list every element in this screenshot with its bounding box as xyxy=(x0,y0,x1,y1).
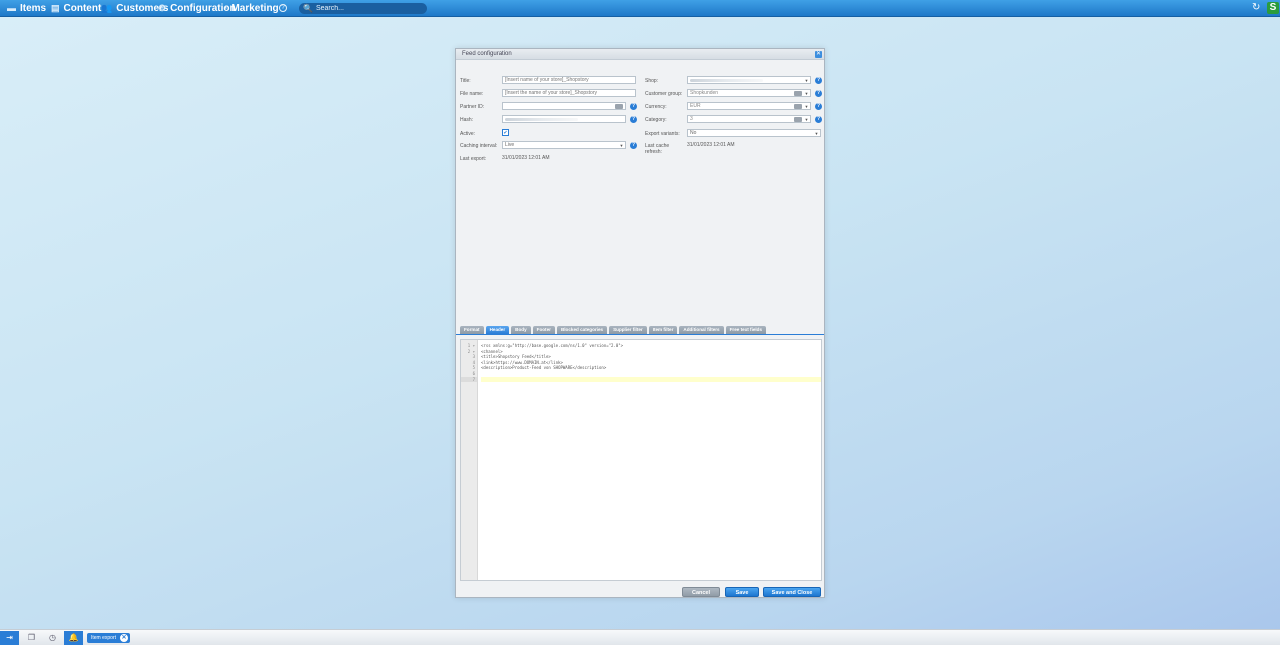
content-icon: ▤ xyxy=(51,2,60,13)
currency-chevron-icon[interactable]: ▼ xyxy=(803,103,810,109)
task-item-export[interactable]: Item export ✕ xyxy=(87,633,130,643)
caching-help-icon[interactable]: ? xyxy=(630,142,637,149)
customer-group-help-icon[interactable]: ? xyxy=(815,90,822,97)
marketing-icon: ◔ xyxy=(222,3,228,13)
partner-id-picker-button[interactable] xyxy=(615,104,623,109)
cancel-button[interactable]: Cancel xyxy=(682,587,720,597)
footer-taskbar: ⇥ ❐ ◷ 🔔 Item export ✕ xyxy=(0,629,1280,645)
help-icon[interactable]: ? xyxy=(279,4,287,12)
close-icon[interactable]: ✕ xyxy=(815,51,822,58)
export-variants-value: No xyxy=(690,130,697,136)
last-cache-label: Last cache refresh: xyxy=(645,143,669,155)
close-task-icon[interactable]: ✕ xyxy=(120,634,128,642)
feed-form: Title: File name: Partner ID: ? Hash: ? … xyxy=(456,60,824,330)
caching-dropdown-chevron-icon[interactable]: ▼ xyxy=(618,142,625,148)
top-menu-bar: ▬ Items ▤ Content 👥 Customers ⚙ Configur… xyxy=(0,0,1280,17)
partner-id-help-icon[interactable]: ? xyxy=(630,103,637,110)
caching-interval-value: Live xyxy=(505,142,515,148)
feed-configuration-window: Feed configuration ✕ Title: File name: P… xyxy=(455,48,825,598)
active-label: Active: xyxy=(460,131,476,137)
menu-marketing-label: Marketing xyxy=(231,2,279,14)
last-export-label: Last export: xyxy=(460,156,487,162)
global-search[interactable]: 🔍 xyxy=(299,3,427,14)
category-label: Category: xyxy=(645,117,667,123)
hash-label: Hash: xyxy=(460,117,474,123)
window-header: Feed configuration ✕ xyxy=(456,49,824,60)
caching-interval-label: Caching interval: xyxy=(460,143,498,149)
last-cache-value: 31/01/2023 12:01 AM xyxy=(687,142,735,148)
active-checkbox[interactable]: ✔ xyxy=(502,129,509,136)
save-and-close-button[interactable]: Save and Close xyxy=(763,587,821,597)
tab-body[interactable]: Body xyxy=(511,326,531,334)
category-chevron-icon[interactable]: ▼ xyxy=(803,116,810,122)
export-variants-chevron-icon[interactable]: ▼ xyxy=(813,130,820,136)
tab-bar: Format Header Body Footer Blocked catego… xyxy=(456,325,824,335)
items-icon: ▬ xyxy=(7,3,16,13)
export-variants-label: Export variants: xyxy=(645,131,680,137)
window-title: Feed configuration xyxy=(462,51,512,57)
task-item-export-label: Item export xyxy=(91,635,117,641)
shop-label: Shop: xyxy=(645,78,659,84)
notification-bell-icon[interactable]: 🔔 xyxy=(64,631,83,645)
partner-id-field[interactable] xyxy=(502,102,626,110)
menu-marketing[interactable]: ◔ Marketing xyxy=(222,0,279,17)
title-label: Title: xyxy=(460,78,471,84)
clock-icon[interactable]: ◷ xyxy=(43,631,62,645)
tab-supplier-filter[interactable]: Supplier filter xyxy=(609,326,647,334)
customer-group-label: Customer group: xyxy=(645,91,683,97)
tab-additional-filters[interactable]: Additional filters xyxy=(679,326,724,334)
title-field[interactable] xyxy=(502,76,636,84)
currency-help-icon[interactable]: ? xyxy=(815,103,822,110)
category-picker-button[interactable] xyxy=(794,117,802,122)
tab-item-filter[interactable]: Item filter xyxy=(648,326,678,334)
refresh-icon[interactable]: ↻ xyxy=(1252,3,1262,13)
filename-label: File name: xyxy=(460,91,484,97)
tab-footer[interactable]: Footer xyxy=(532,326,555,334)
search-icon: 🔍 xyxy=(303,4,313,13)
customers-icon: 👥 xyxy=(101,2,113,13)
menu-items[interactable]: ▬ Items xyxy=(7,0,46,17)
tab-format[interactable]: Format xyxy=(460,326,484,334)
line-number: 7 xyxy=(461,376,477,383)
logout-icon[interactable]: ⇥ xyxy=(0,631,19,645)
hash-help-icon[interactable]: ? xyxy=(630,116,637,123)
menu-content[interactable]: ▤ Content xyxy=(51,0,101,17)
currency-picker-button[interactable] xyxy=(794,104,802,109)
shop-dropdown-chevron-icon[interactable]: ▼ xyxy=(803,77,810,83)
customer-group-chevron-icon[interactable]: ▼ xyxy=(803,90,810,96)
export-variants-select[interactable]: No ▼ xyxy=(687,129,821,137)
currency-value: EUR xyxy=(690,103,701,109)
hash-field[interactable] xyxy=(502,115,626,123)
menu-items-label: Items xyxy=(20,2,47,14)
last-export-value: 31/01/2023 12:01 AM xyxy=(502,155,550,161)
shop-select[interactable]: ▼ xyxy=(687,76,811,84)
search-input[interactable] xyxy=(315,5,426,12)
partner-id-label: Partner ID: xyxy=(460,104,485,110)
category-value: 3 xyxy=(690,116,693,122)
code-line-current xyxy=(481,376,821,383)
category-help-icon[interactable]: ? xyxy=(815,116,822,123)
tab-blocked-categories[interactable]: Blocked categories xyxy=(556,326,608,334)
customer-group-select[interactable]: Shopkunden ▼ xyxy=(687,89,811,97)
save-button[interactable]: Save xyxy=(725,587,759,597)
editor-content[interactable]: <rss xmlns:g="http://base.google.com/ns/… xyxy=(481,340,821,383)
currency-label: Currency: xyxy=(645,104,667,110)
filename-field[interactable] xyxy=(502,89,636,97)
customer-group-value: Shopkunden xyxy=(690,90,719,96)
last-cache-label-line2: refresh: xyxy=(645,149,662,155)
header-code-editor[interactable]: 1 ▾ 2 ▾ 3 4 5 6 7 <rss xmlns:g="http://b… xyxy=(460,339,822,581)
editor-gutter: 1 ▾ 2 ▾ 3 4 5 6 7 xyxy=(461,340,478,580)
windows-icon[interactable]: ❐ xyxy=(22,631,41,645)
category-select[interactable]: 3 ▼ xyxy=(687,115,811,123)
caching-interval-select[interactable]: Live ▼ xyxy=(502,141,626,149)
shop-help-icon[interactable]: ? xyxy=(815,77,822,84)
tab-free-text-fields[interactable]: Free text fields xyxy=(725,326,767,334)
tab-header[interactable]: Header xyxy=(485,326,510,334)
currency-select[interactable]: EUR ▼ xyxy=(687,102,811,110)
customer-group-picker-button[interactable] xyxy=(794,91,802,96)
shopware-logo: S xyxy=(1267,2,1279,14)
menu-content-label: Content xyxy=(63,2,102,14)
configuration-icon: ⚙ xyxy=(158,2,167,13)
